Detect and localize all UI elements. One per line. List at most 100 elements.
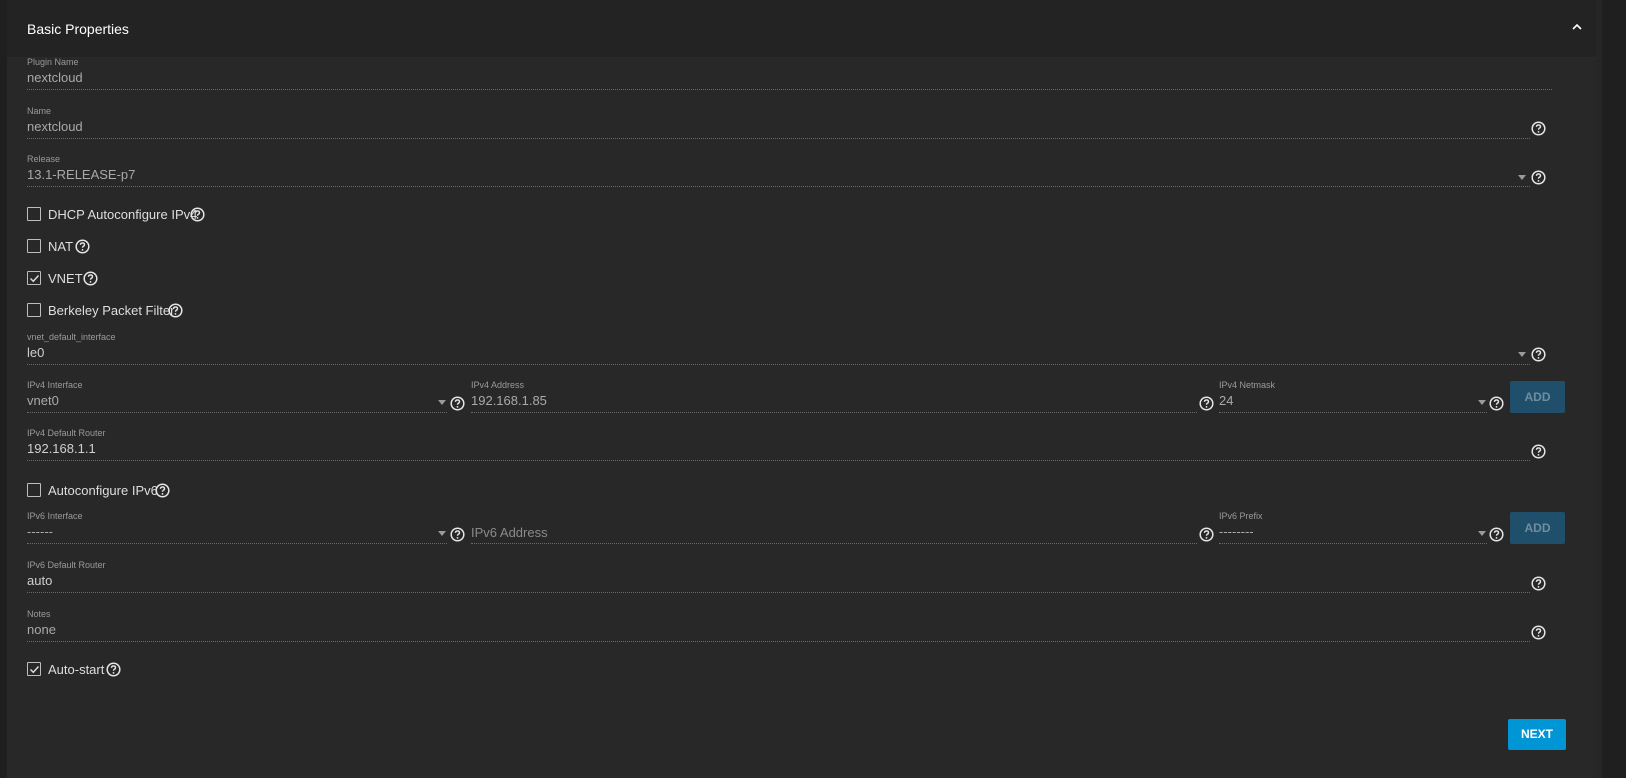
help-circle-icon[interactable]: [1531, 121, 1546, 136]
notes-value: none: [27, 622, 56, 637]
field-underline: [27, 412, 447, 413]
autoconf-ipv6-label: Autoconfigure IPv6: [48, 483, 158, 498]
release-value: 13.1-RELEASE-p7: [27, 167, 136, 182]
ipv6-address-placeholder: IPv6 Address: [471, 525, 548, 540]
help-circle-icon[interactable]: [450, 527, 465, 542]
help-circle-icon[interactable]: [168, 303, 183, 318]
ipv4-default-router-label: IPv4 Default Router: [27, 428, 106, 438]
ipv4-netmask-select[interactable]: IPv4 Netmask 24: [1219, 380, 1487, 414]
section-header[interactable]: Basic Properties: [7, 0, 1596, 58]
help-circle-icon[interactable]: [1489, 396, 1504, 411]
vnet-checkbox-row[interactable]: VNET: [27, 270, 87, 288]
bpf-label: Berkeley Packet Filter: [48, 303, 175, 318]
help-circle-icon[interactable]: [155, 483, 170, 498]
ipv4-interface-value: vnet0: [27, 393, 59, 408]
ipv6-prefix-value: --------: [1219, 524, 1254, 539]
field-underline: [27, 138, 1530, 139]
ipv4-interface-select[interactable]: IPv4 Interface vnet0: [27, 380, 447, 414]
section-title: Basic Properties: [27, 21, 129, 37]
help-circle-icon[interactable]: [1531, 576, 1546, 591]
ipv4-address-value: 192.168.1.85: [471, 393, 547, 408]
field-underline: [27, 89, 1552, 90]
ipv6-prefix-select[interactable]: IPv6 Prefix --------: [1219, 511, 1487, 545]
ipv4-netmask-label: IPv4 Netmask: [1219, 380, 1276, 390]
help-circle-icon[interactable]: [83, 271, 98, 286]
field-underline: [1219, 412, 1487, 413]
dropdown-arrow-icon[interactable]: [1518, 352, 1526, 357]
ipv4-default-router-input[interactable]: IPv4 Default Router 192.168.1.1: [27, 428, 1530, 462]
chevron-up-icon[interactable]: [1568, 18, 1586, 36]
ipv6-default-router-value: auto: [27, 573, 53, 588]
bpf-checkbox-row[interactable]: Berkeley Packet Filter: [27, 302, 177, 320]
dropdown-arrow-icon[interactable]: [438, 400, 446, 405]
help-circle-icon[interactable]: [1531, 625, 1546, 640]
dropdown-arrow-icon[interactable]: [1478, 531, 1486, 536]
field-underline: [1219, 543, 1487, 544]
notes-input[interactable]: Notes none: [27, 609, 1530, 643]
dropdown-arrow-icon[interactable]: [1478, 400, 1486, 405]
name-value: nextcloud: [27, 119, 83, 134]
help-circle-icon[interactable]: [1489, 527, 1504, 542]
field-underline: [27, 364, 1530, 365]
autoconf-ipv6-checkbox[interactable]: [27, 483, 41, 497]
vnet-default-interface-label: vnet_default_interface: [27, 332, 116, 342]
help-circle-icon[interactable]: [1199, 396, 1214, 411]
left-gutter: [0, 0, 7, 778]
dropdown-arrow-icon[interactable]: [1518, 175, 1526, 180]
vnet-default-interface-value: le0: [27, 345, 45, 360]
ipv4-address-input[interactable]: IPv4 Address 192.168.1.85: [471, 380, 1197, 414]
dhcp-checkbox[interactable]: [27, 207, 41, 221]
ipv6-interface-select[interactable]: IPv6 Interface ------: [27, 511, 447, 545]
help-circle-icon[interactable]: [75, 239, 90, 254]
vnet-default-interface-select[interactable]: vnet_default_interface le0: [27, 332, 1530, 366]
ipv4-default-router-value: 192.168.1.1: [27, 441, 96, 456]
field-underline: [27, 592, 1530, 593]
help-circle-icon[interactable]: [1531, 170, 1546, 185]
ipv4-interface-label: IPv4 Interface: [27, 380, 83, 390]
help-circle-icon[interactable]: [1199, 527, 1214, 542]
add-ipv6-button[interactable]: ADD: [1510, 512, 1565, 544]
autostart-checkbox[interactable]: [27, 662, 41, 676]
scrollbar-track[interactable]: [1602, 0, 1626, 778]
field-underline: [471, 543, 1197, 544]
name-label: Name: [27, 106, 52, 116]
check-icon: [29, 274, 40, 283]
plugin-name-field[interactable]: Plugin Name nextcloud: [27, 57, 1552, 91]
check-icon: [29, 665, 40, 674]
field-underline: [27, 641, 1530, 642]
release-label: Release: [27, 154, 61, 164]
plugin-name-label: Plugin Name: [27, 57, 79, 67]
field-underline: [471, 412, 1197, 413]
autostart-label: Auto-start: [48, 662, 105, 677]
ipv6-default-router-input[interactable]: IPv6 Default Router auto: [27, 560, 1530, 594]
field-underline: [27, 460, 1530, 461]
ipv6-interface-label: IPv6 Interface: [27, 511, 83, 521]
ipv6-address-input[interactable]: IPv6 Address: [471, 511, 1197, 545]
ipv4-address-label: IPv4 Address: [471, 380, 525, 390]
field-underline: [27, 186, 1530, 187]
name-field[interactable]: Name nextcloud: [27, 106, 1530, 140]
plugin-name-value: nextcloud: [27, 70, 83, 85]
ipv4-netmask-value: 24: [1219, 393, 1234, 408]
release-select[interactable]: Release 13.1-RELEASE-p7: [27, 154, 1530, 188]
notes-label: Notes: [27, 609, 51, 619]
bpf-checkbox[interactable]: [27, 303, 41, 317]
nat-checkbox[interactable]: [27, 239, 41, 253]
help-circle-icon[interactable]: [450, 396, 465, 411]
dropdown-arrow-icon[interactable]: [438, 531, 446, 536]
vnet-label: VNET: [48, 271, 83, 286]
help-circle-icon[interactable]: [1531, 444, 1546, 459]
ipv6-prefix-label: IPv6 Prefix: [1219, 511, 1263, 521]
vnet-checkbox[interactable]: [27, 271, 41, 285]
add-ipv4-button[interactable]: ADD: [1510, 381, 1565, 413]
help-circle-icon[interactable]: [106, 662, 121, 677]
autostart-checkbox-row[interactable]: Auto-start: [27, 661, 117, 679]
dhcp-label: DHCP Autoconfigure IPv4: [48, 207, 198, 222]
next-button[interactable]: NEXT: [1508, 719, 1566, 750]
ipv6-default-router-label: IPv6 Default Router: [27, 560, 106, 570]
nat-label: NAT: [48, 239, 74, 254]
help-circle-icon[interactable]: [1531, 347, 1546, 362]
ipv6-interface-value: ------: [27, 524, 53, 539]
field-underline: [27, 543, 447, 544]
help-circle-icon[interactable]: [190, 207, 205, 222]
